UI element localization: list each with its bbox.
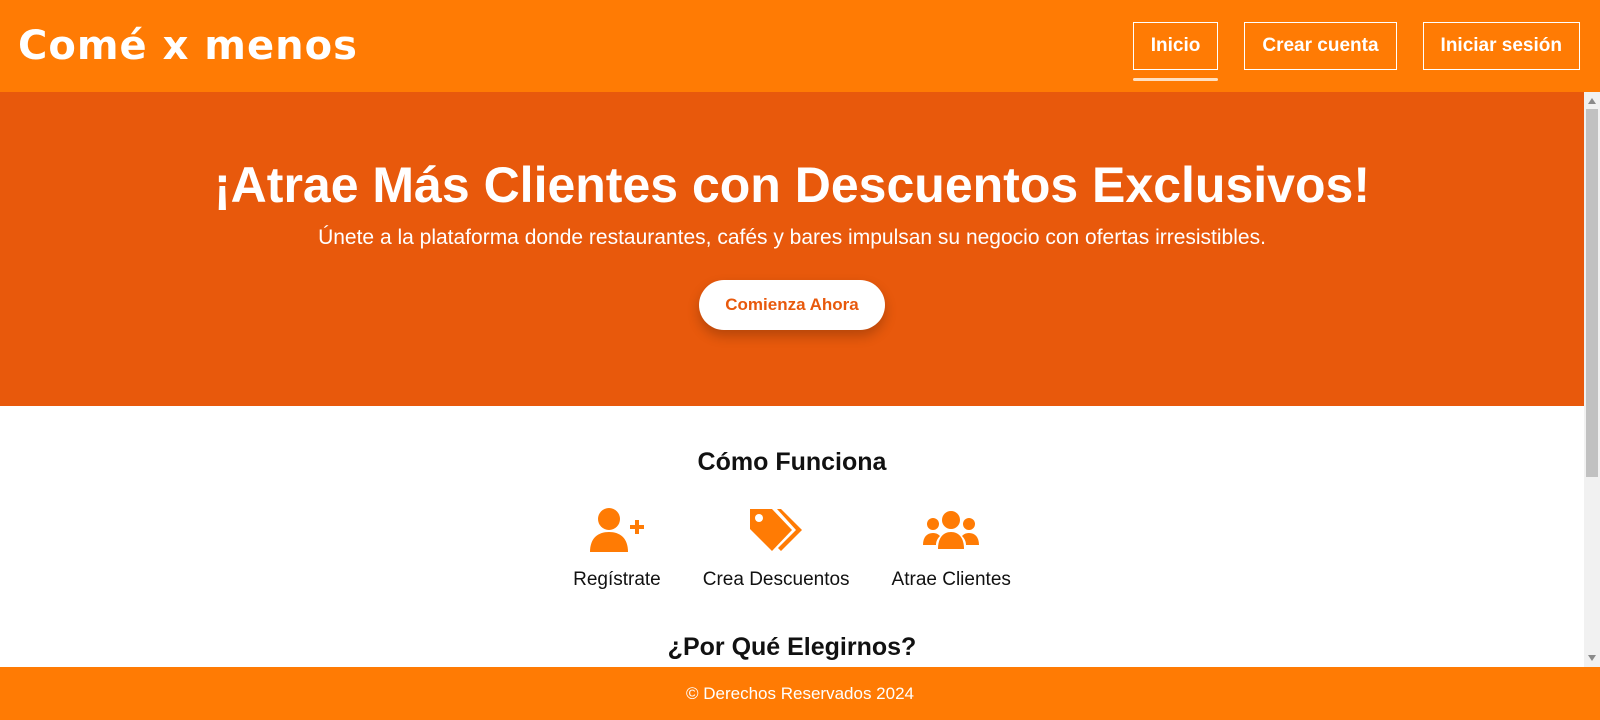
users-icon: [923, 505, 980, 555]
step-discounts-label: Crea Descuentos: [702, 569, 850, 590]
vertical-scrollbar[interactable]: [1584, 92, 1600, 667]
scrollbar-thumb[interactable]: [1586, 109, 1598, 477]
navbar: Comé x menos Inicio Crear cuenta Iniciar…: [0, 0, 1600, 92]
tags-icon: [748, 505, 804, 555]
footer-copyright: © Derechos Reservados 2024: [686, 683, 914, 703]
nav-inicio-link[interactable]: Inicio: [1132, 22, 1219, 81]
step-register-label: Regístrate: [573, 569, 661, 590]
main-content: ¡Atrae Más Clientes con Descuentos Exclu…: [0, 92, 1600, 667]
step-clients-label: Atrae Clientes: [891, 569, 1011, 590]
step-discounts: Crea Descuentos: [703, 505, 850, 591]
why-us-title: ¿Por Qué Elegirnos?: [667, 633, 917, 661]
step-clients: Atrae Clientes: [892, 505, 1011, 591]
footer: © Derechos Reservados 2024: [0, 667, 1600, 720]
how-it-works-section: Cómo Funciona Regístrate Crea Descuentos…: [0, 406, 1584, 662]
how-it-works-title: Cómo Funciona: [697, 448, 887, 476]
user-plus-icon: [589, 505, 645, 555]
scroll-down-arrow-icon[interactable]: [1588, 655, 1596, 661]
step-register: Regístrate: [573, 505, 661, 591]
nav-iniciar-sesion-link[interactable]: Iniciar sesión: [1422, 22, 1580, 70]
comienza-ahora-button[interactable]: Comienza Ahora: [699, 280, 885, 330]
hero-subtitle: Únete a la plataforma donde restaurantes…: [318, 226, 1266, 249]
nav-links: Inicio Crear cuenta Iniciar sesión: [1132, 22, 1582, 81]
hero-title: ¡Atrae Más Clientes con Descuentos Exclu…: [214, 157, 1370, 213]
hero-section: ¡Atrae Más Clientes con Descuentos Exclu…: [0, 92, 1584, 406]
brand-logo[interactable]: Comé x menos: [18, 23, 358, 69]
nav-crear-cuenta-link[interactable]: Crear cuenta: [1244, 22, 1397, 70]
steps-list: Regístrate Crea Descuentos Atrae Cliente…: [0, 505, 1584, 591]
scroll-up-arrow-icon[interactable]: [1588, 98, 1596, 104]
